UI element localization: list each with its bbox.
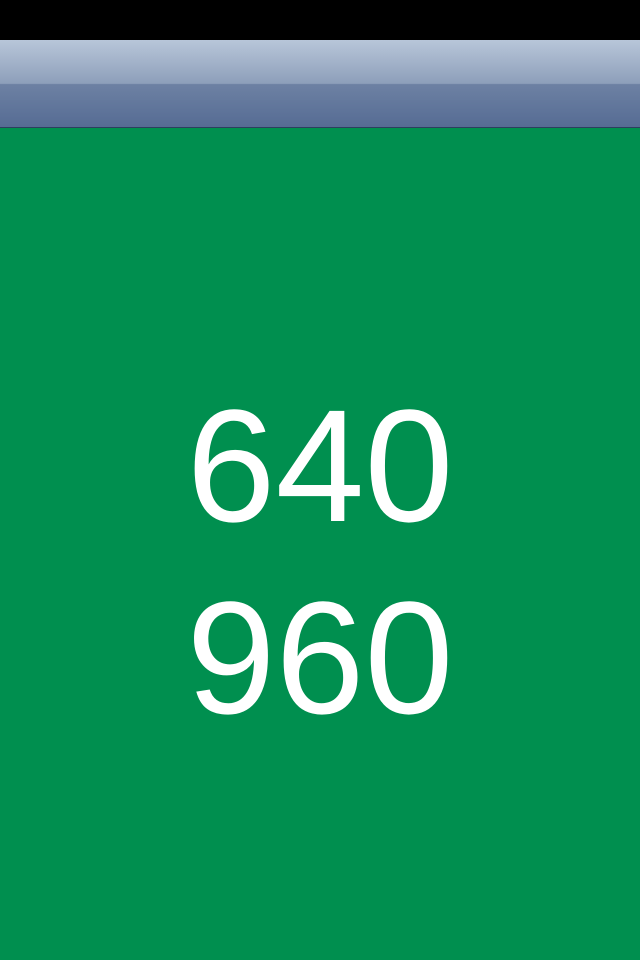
width-label: 640 xyxy=(186,376,454,555)
status-bar xyxy=(0,0,640,40)
height-label: 960 xyxy=(186,568,454,747)
navigation-bar xyxy=(0,40,640,128)
main-content: 640 960 xyxy=(0,128,640,960)
